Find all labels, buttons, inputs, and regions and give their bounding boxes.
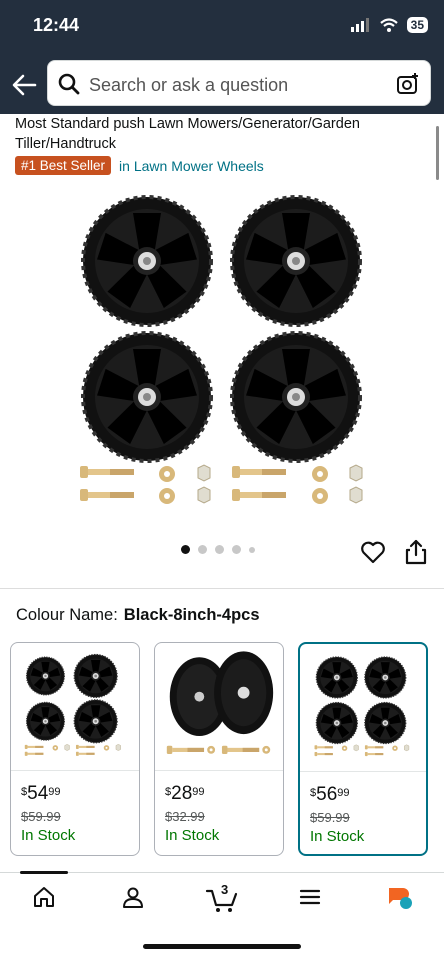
nav-account[interactable] — [111, 885, 155, 915]
price-whole: 54 — [27, 783, 49, 804]
variant-was-price: $59.99 — [21, 809, 61, 824]
variant-price: $5699 — [310, 784, 350, 806]
back-arrow-icon[interactable] — [9, 70, 39, 100]
status-bar: 12:44 35 — [0, 0, 444, 56]
signal-icon — [350, 18, 369, 32]
colour-row: Colour Name: Black-8inch-4pcs — [16, 606, 260, 625]
nav-active-indicator — [20, 871, 68, 874]
colour-value: Black-8inch-4pcs — [123, 606, 260, 624]
variant-image — [155, 651, 283, 771]
best-seller-badge[interactable]: #1 Best Seller — [15, 156, 112, 175]
status-time: 12:44 — [33, 15, 80, 35]
variant-stock: In Stock — [21, 827, 76, 844]
search-icon — [58, 73, 80, 95]
status-icons: 35 — [350, 17, 428, 33]
heart-icon[interactable] — [360, 539, 386, 565]
gallery-dot[interactable] — [198, 545, 207, 554]
gallery-dot[interactable] — [181, 545, 190, 554]
gallery-dot[interactable] — [232, 545, 241, 554]
product-title: Most Standard push Lawn Mowers/Generator… — [15, 116, 360, 152]
camera-search-icon[interactable] — [396, 72, 420, 96]
variant-card[interactable]: $2899 $32.99 In Stock — [154, 642, 284, 856]
nav-cart[interactable]: 3 — [200, 882, 244, 915]
variant-image — [11, 653, 139, 771]
product-image[interactable] — [70, 186, 374, 516]
menu-icon[interactable] — [298, 885, 322, 909]
home-icon[interactable] — [32, 885, 56, 909]
variant-stock: In Stock — [310, 828, 365, 845]
search-input[interactable]: Search or ask a question — [47, 60, 431, 106]
nav-rufus[interactable] — [378, 885, 422, 915]
section-divider — [0, 588, 444, 589]
badge-row: #1 Best Seller in Lawn Mower Wheels — [15, 156, 264, 175]
variant-card[interactable]: $5499 $59.99 In Stock — [10, 642, 140, 856]
variant-price: $5499 — [21, 783, 61, 805]
price-cents: 99 — [192, 786, 205, 798]
gallery-dot[interactable] — [215, 545, 224, 554]
home-indicator[interactable] — [143, 944, 301, 949]
category-link[interactable]: in Lawn Mower Wheels — [119, 158, 264, 174]
battery-indicator: 35 — [406, 17, 428, 33]
gallery-dots[interactable] — [181, 545, 255, 554]
variant-card-selected[interactable]: $5699 $59.99 In Stock — [298, 642, 428, 856]
price-cents: 99 — [48, 786, 61, 798]
account-icon[interactable] — [121, 885, 145, 909]
variant-image — [300, 656, 426, 772]
search-header: Search or ask a question — [0, 56, 444, 114]
scrollbar[interactable] — [436, 126, 439, 180]
variant-was-price: $32.99 — [165, 809, 205, 824]
price-whole: 56 — [316, 784, 338, 805]
wifi-icon — [379, 18, 398, 32]
nav-home[interactable] — [22, 885, 66, 915]
cart-count: 3 — [221, 882, 229, 897]
variant-was-price: $59.99 — [310, 810, 350, 825]
nav-menu[interactable] — [288, 885, 332, 915]
gallery-dot[interactable] — [249, 546, 255, 553]
search-placeholder: Search or ask a question — [89, 75, 289, 95]
colour-label: Colour Name: — [16, 606, 118, 624]
variant-price: $2899 — [165, 783, 205, 805]
rufus-icon[interactable] — [386, 885, 414, 911]
share-icon[interactable] — [404, 539, 428, 565]
price-whole: 28 — [171, 783, 193, 804]
price-cents: 99 — [337, 787, 350, 799]
variant-stock: In Stock — [165, 827, 220, 844]
